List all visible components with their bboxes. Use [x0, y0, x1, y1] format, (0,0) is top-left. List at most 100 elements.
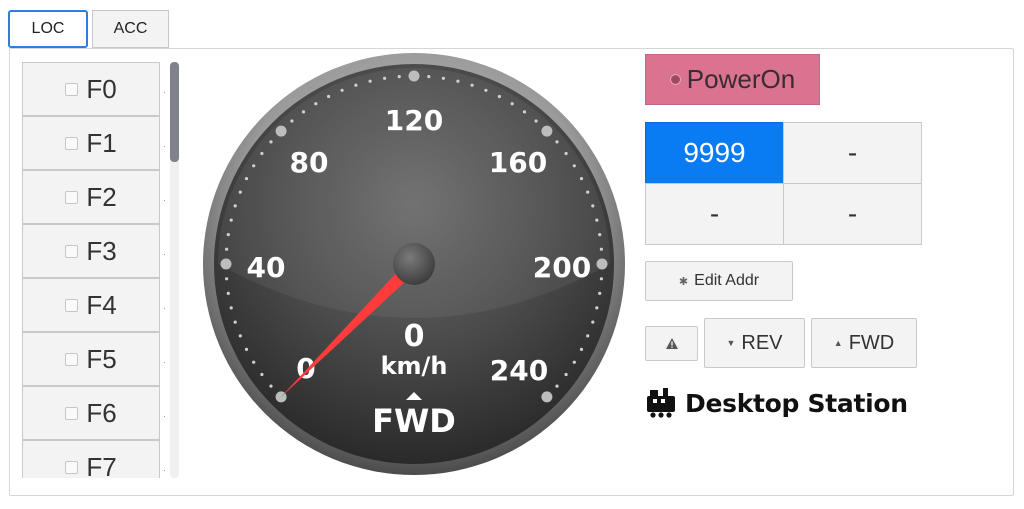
- minor-tick: [598, 233, 602, 237]
- caret-up-icon: ▲: [833, 338, 843, 348]
- function-label: F3: [86, 235, 117, 266]
- gear-icon: ✱: [678, 275, 689, 288]
- function-button-f7[interactable]: F7: [22, 440, 160, 478]
- major-tick: [408, 70, 420, 82]
- function-label: F6: [86, 397, 117, 428]
- function-button-f1[interactable]: F1: [22, 116, 160, 170]
- checkbox[interactable]: [65, 460, 79, 474]
- function-label: F1: [86, 127, 117, 158]
- minor-tick: [260, 151, 264, 156]
- tick-label-200: 200: [533, 251, 591, 284]
- tab-loc[interactable]: LOC: [8, 10, 88, 48]
- brand-name: Desktop Station: [685, 388, 908, 418]
- function-button-f4[interactable]: F4: [22, 278, 160, 332]
- minor-tick: [238, 190, 242, 194]
- function-label: F4: [86, 289, 117, 320]
- function-label: F5: [86, 343, 117, 374]
- minor-tick: [354, 83, 358, 87]
- power-icon: [669, 74, 681, 85]
- speed-gauge[interactable]: 0 40 80 120 160 200 240 0 km/h FWD: [200, 52, 628, 476]
- edit-address-button[interactable]: ✱ Edit Addr: [645, 261, 793, 301]
- minor-tick: [269, 140, 273, 144]
- minor-tick: [497, 94, 501, 99]
- checkbox[interactable]: [65, 136, 79, 150]
- minor-tick: [229, 306, 233, 310]
- minor-tick: [314, 102, 318, 106]
- tick-label-240: 240: [490, 354, 548, 387]
- minor-tick: [522, 110, 527, 114]
- minor-tick: [233, 320, 237, 324]
- major-tick: [541, 125, 553, 137]
- minor-tick: [564, 151, 568, 156]
- checkbox[interactable]: [65, 352, 79, 366]
- minor-tick: [327, 94, 331, 99]
- direction-label: FWD: [372, 402, 456, 440]
- function-button-f5[interactable]: F5: [22, 332, 160, 386]
- minor-tick: [383, 76, 387, 80]
- minor-tick: [427, 75, 431, 79]
- minor-tick: [252, 360, 256, 364]
- minor-tick: [269, 384, 273, 388]
- minor-tick: [572, 164, 576, 168]
- tick-label-160: 160: [489, 146, 547, 179]
- checkbox[interactable]: [65, 244, 79, 258]
- minor-tick: [229, 218, 233, 222]
- function-button-f6[interactable]: F6: [22, 386, 160, 440]
- minor-tick: [484, 88, 488, 92]
- minor-tick: [564, 372, 568, 377]
- edit-address-label: Edit Addr: [694, 272, 760, 289]
- brand-logo: Desktop Station: [645, 384, 908, 422]
- scroll-tick-marks: [164, 92, 165, 471]
- power-button[interactable]: PowerOn: [645, 54, 820, 105]
- minor-tick: [586, 334, 590, 338]
- checkbox[interactable]: [65, 82, 79, 96]
- address-slot-3[interactable]: -: [645, 183, 784, 245]
- checkbox[interactable]: [65, 298, 79, 312]
- minor-tick: [555, 384, 559, 388]
- minor-tick: [301, 110, 306, 114]
- minor-tick: [238, 334, 242, 338]
- function-button-f0[interactable]: F0: [22, 62, 160, 116]
- function-button-f2[interactable]: F2: [22, 170, 160, 224]
- checkbox[interactable]: [65, 406, 79, 420]
- warning-button[interactable]: [645, 326, 698, 361]
- minor-tick: [368, 79, 372, 83]
- speed-readout: 0: [404, 319, 425, 354]
- minor-tick: [595, 306, 599, 310]
- address-slot-1[interactable]: 9999: [645, 122, 784, 184]
- reverse-button[interactable]: ▼ REV: [704, 318, 805, 368]
- major-tick: [220, 258, 232, 270]
- minor-tick: [252, 164, 256, 168]
- function-label: F2: [86, 181, 117, 212]
- scrollbar-thumb[interactable]: [170, 62, 179, 162]
- power-label: PowerOn: [686, 64, 796, 94]
- minor-tick: [456, 79, 460, 83]
- minor-tick: [226, 233, 230, 237]
- minor-tick: [555, 140, 559, 144]
- minor-tick: [599, 277, 603, 281]
- minor-tick: [586, 190, 590, 194]
- minor-tick: [534, 119, 538, 123]
- minor-tick: [470, 83, 474, 87]
- function-label: F7: [86, 451, 117, 479]
- minor-tick: [233, 204, 237, 208]
- minor-tick: [598, 291, 602, 295]
- needle-hub: [393, 243, 435, 285]
- minor-tick: [572, 360, 576, 364]
- tab-acc[interactable]: ACC: [92, 10, 169, 48]
- forward-button[interactable]: ▲ FWD: [811, 318, 917, 368]
- minor-tick: [260, 372, 264, 377]
- speed-unit: km/h: [381, 352, 448, 380]
- tick-label-40: 40: [247, 251, 286, 284]
- address-slot-4[interactable]: -: [783, 183, 922, 245]
- reverse-label: REV: [741, 331, 783, 354]
- minor-tick: [591, 320, 595, 324]
- minor-tick: [441, 76, 445, 80]
- minor-tick: [595, 218, 599, 222]
- address-slot-2[interactable]: -: [783, 122, 922, 184]
- caret-down-icon: ▼: [726, 338, 736, 348]
- minor-tick: [591, 204, 595, 208]
- checkbox[interactable]: [65, 190, 79, 204]
- warning-icon: [665, 338, 678, 349]
- function-button-f3[interactable]: F3: [22, 224, 160, 278]
